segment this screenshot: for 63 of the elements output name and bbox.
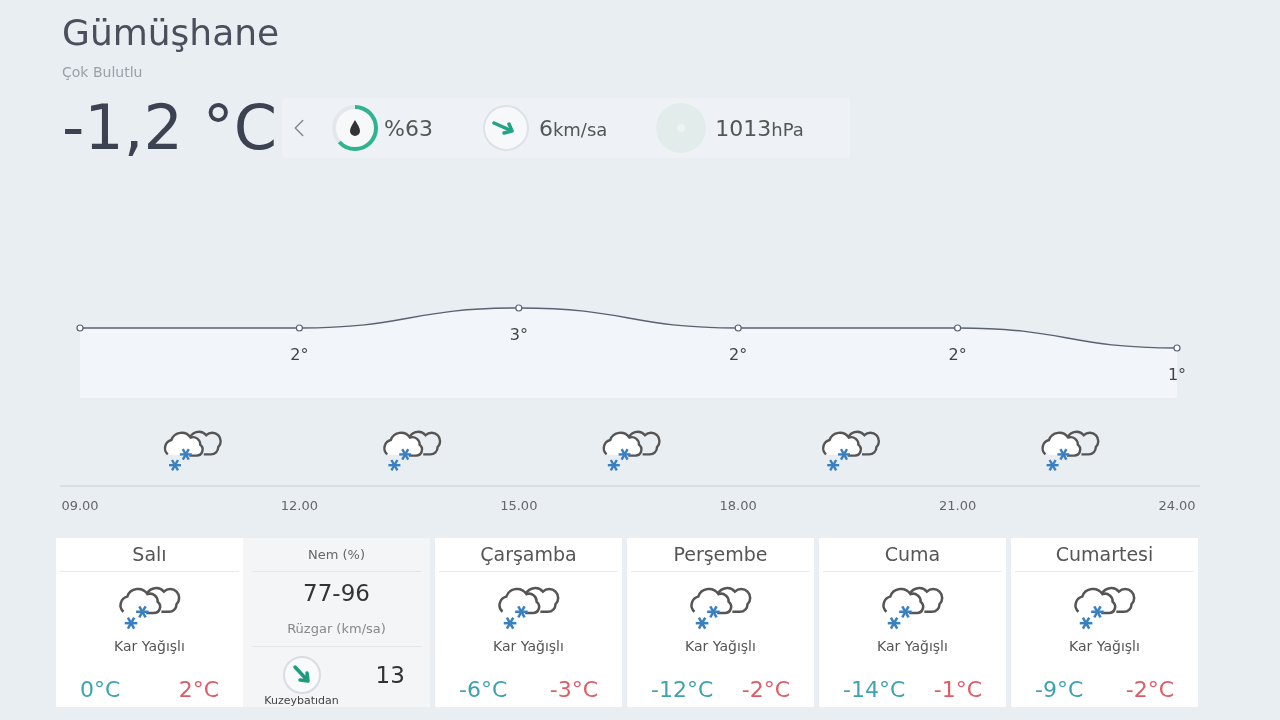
temperature-label: 2°	[948, 345, 967, 364]
temperature-point	[515, 304, 523, 312]
day-name: Cumartesi	[1015, 538, 1194, 572]
wind-speed: 13	[375, 660, 405, 690]
condition-text: Kar Yağışlı	[1068, 637, 1141, 656]
temperature-label: 1°	[1167, 365, 1187, 384]
hour-label: 18.00	[719, 498, 757, 513]
day-name: Çarşamba	[439, 538, 618, 572]
current-temperature: -1,2 °C	[62, 93, 278, 163]
humidity-gauge	[330, 103, 380, 153]
snow-cloud-icon	[496, 584, 561, 632]
snow-cloud-icon	[688, 584, 753, 632]
max-temperature: -3°C	[549, 676, 598, 704]
snow-cloud-icon	[117, 584, 182, 632]
snow-cloud-icon	[602, 430, 661, 471]
temperature-point	[295, 324, 303, 332]
temperature-label: 2°	[290, 345, 309, 364]
snow-cloud-icon	[1072, 584, 1137, 632]
temperature-point	[734, 324, 742, 332]
condition-text: Çok Bulutlu	[62, 63, 144, 82]
wind-direction: Kuzeybatıdan	[264, 695, 339, 707]
hour-label: 15.00	[500, 498, 538, 513]
temperature-point	[954, 324, 962, 332]
min-temperature: -6°C	[459, 676, 508, 704]
max-temperature: -1°C	[933, 676, 982, 704]
snow-cloud-icon	[822, 430, 880, 471]
temperature-label: 2°	[729, 345, 748, 364]
min-temperature: -9°C	[1035, 676, 1084, 704]
wind-speed: 6	[538, 115, 553, 141]
day-name: Perşembe	[631, 538, 810, 572]
temperature-point	[1173, 344, 1181, 352]
wind-label: Rüzgar (km/sa)	[251, 618, 422, 647]
humidity-value: %63	[384, 114, 433, 143]
hour-label: 09.00	[61, 498, 99, 513]
min-temperature: -12°C	[651, 676, 714, 704]
humidity-label: Nem (%)	[251, 538, 422, 572]
city-name: Gümüşhane	[62, 11, 281, 55]
min-temperature: 0°C	[80, 676, 121, 704]
wind-direction-icon	[281, 655, 322, 695]
day-name: Salı	[60, 538, 239, 572]
min-temperature: -14°C	[843, 676, 906, 704]
temperature-point	[76, 324, 84, 332]
wind-direction-icon	[480, 103, 531, 153]
wind-unit: km/sa	[552, 118, 608, 140]
max-temperature: -2°C	[1125, 676, 1174, 704]
hour-label: 21.00	[939, 498, 977, 513]
snow-cloud-icon	[163, 430, 222, 471]
max-temperature: 2°C	[178, 676, 219, 704]
humidity-range: 77-96	[303, 579, 370, 608]
condition-text: Kar Yağışlı	[492, 637, 565, 656]
condition-text: Kar Yağışlı	[113, 637, 186, 656]
condition-text: Kar Yağışlı	[876, 637, 949, 656]
day-name: Cuma	[823, 538, 1002, 572]
temperature-label: 3°	[509, 325, 528, 344]
pressure-unit: hPa	[771, 118, 804, 140]
max-temperature: -2°C	[741, 676, 790, 704]
snow-cloud-icon	[880, 584, 945, 632]
pressure-value: 1013	[715, 115, 772, 141]
snow-cloud-icon	[383, 430, 442, 471]
snow-cloud-icon	[1041, 430, 1100, 471]
condition-text: Kar Yağışlı	[684, 637, 757, 656]
hour-label: 24.00	[1158, 498, 1196, 513]
hour-label: 12.00	[280, 498, 318, 513]
